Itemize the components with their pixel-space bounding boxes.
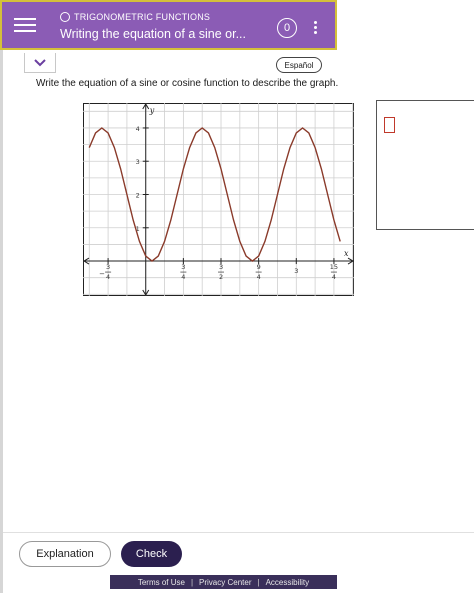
- x-tick-numerator: 9: [257, 263, 261, 271]
- progress-badge[interactable]: 0: [277, 18, 297, 38]
- x-axis-label: x: [344, 249, 349, 258]
- app-window: TRIGONOMETRIC FUNCTIONS Writing the equa…: [0, 0, 474, 593]
- x-tick-numerator: 3: [294, 267, 298, 275]
- x-tick-denominator: 4: [106, 273, 110, 281]
- espanol-button[interactable]: Español: [276, 57, 322, 73]
- chevron-down-icon: [34, 58, 46, 66]
- x-tick-denominator: 4: [257, 273, 261, 281]
- y-tick-label: 4: [136, 125, 140, 133]
- x-tick-sign: −: [99, 270, 105, 278]
- footer-separator: |: [190, 577, 194, 587]
- topic-circle-icon: [60, 12, 70, 22]
- hamburger-menu-icon[interactable]: [12, 14, 38, 38]
- footer-divider: [3, 532, 474, 533]
- explanation-button[interactable]: Explanation: [19, 541, 111, 567]
- topic-line: TRIGONOMETRIC FUNCTIONS: [60, 12, 210, 22]
- answer-input-field[interactable]: [384, 117, 395, 133]
- y-axis-label: y: [149, 106, 155, 115]
- terms-link[interactable]: Terms of Use: [138, 578, 185, 587]
- topic-label: TRIGONOMETRIC FUNCTIONS: [74, 12, 211, 22]
- check-button[interactable]: Check: [121, 541, 182, 567]
- x-tick-numerator: 3: [181, 263, 185, 271]
- y-tick-label: 3: [136, 158, 140, 166]
- x-tick-denominator: 4: [332, 273, 336, 281]
- header-bar: TRIGONOMETRIC FUNCTIONS Writing the equa…: [0, 0, 337, 50]
- instruction-text: Write the equation of a sine or cosine f…: [36, 78, 339, 89]
- page-title: Writing the equation of a sine or...: [60, 27, 246, 41]
- more-options-icon[interactable]: [311, 20, 319, 36]
- answer-input-box[interactable]: [376, 100, 474, 230]
- x-tick-numerator: 3: [219, 263, 223, 271]
- privacy-link[interactable]: Privacy Center: [199, 578, 251, 587]
- accessibility-link[interactable]: Accessibility: [266, 578, 310, 587]
- graph-container: y x 1 2 3 4−3 4 3 4 3 2 9 4 3 15 4: [83, 103, 354, 296]
- footer-separator: |: [257, 577, 260, 587]
- x-tick-denominator: 4: [181, 273, 185, 281]
- x-tick-denominator: 2: [219, 273, 223, 281]
- x-tick-numerator: 15: [330, 263, 338, 271]
- sine-graph: yx1234−343432943 154: [83, 103, 354, 296]
- collapse-button[interactable]: [24, 53, 56, 73]
- left-border: [0, 50, 3, 593]
- footer-links: Terms of Use | Privacy Center | Accessib…: [110, 575, 337, 589]
- x-tick-numerator: 3: [106, 263, 110, 271]
- y-tick-label: 2: [136, 192, 140, 200]
